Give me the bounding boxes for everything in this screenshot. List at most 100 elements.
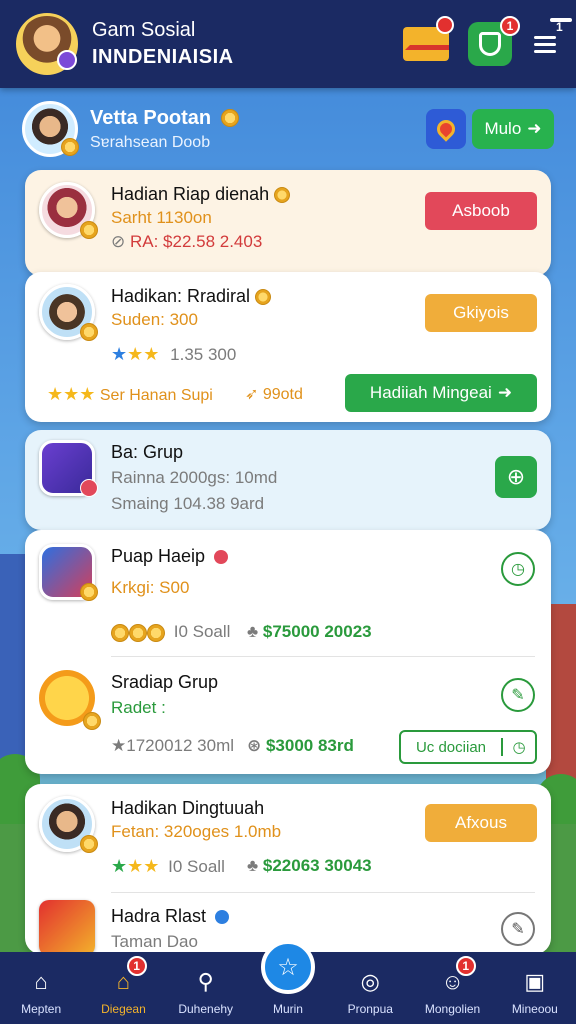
card-title: Ba: Grup [111, 442, 184, 462]
coins-icon: ♣ [247, 622, 263, 641]
nav-search[interactable]: ⚲ Duhenehy [165, 952, 247, 1024]
app-header: Gam Sosial INNDENIAISIA 1 1 [0, 0, 576, 88]
card1-action-button[interactable]: Asboob [425, 192, 537, 230]
coin-icon [80, 479, 98, 497]
nav-home[interactable]: ⌂ Mepten [0, 952, 82, 1024]
hamburger-icon [534, 32, 556, 57]
location-button[interactable] [426, 109, 466, 149]
verified-icon [215, 910, 230, 925]
dollar-icon: ⊛ [247, 736, 266, 755]
card2-green-button[interactable]: Hadiiah Mingeai ➜ [345, 374, 537, 412]
star-icon: ★ [111, 856, 128, 876]
pencil-icon: ✎ [511, 921, 525, 938]
star-icon: ★ [111, 344, 128, 364]
start-button-label: Mulo [484, 119, 522, 138]
check-clock-icon: ◷ [501, 738, 535, 756]
star-icon: ★ [127, 344, 144, 364]
nav-location[interactable]: ◎ Pronpua [329, 952, 411, 1024]
coin-icon [147, 623, 165, 642]
coins-row: I0 Soall [111, 622, 230, 642]
timer-button[interactable]: ◷ [501, 552, 535, 586]
edit-button[interactable]: ✎ [501, 678, 535, 712]
card-title: Hadian Riap dienah [111, 184, 291, 205]
coin-icon [83, 712, 101, 730]
price: ⊛ $3000 83rd [247, 736, 354, 755]
card2-action-button[interactable]: Gkiyois [425, 294, 537, 332]
group-icon [39, 440, 98, 497]
coin-icon [255, 289, 272, 306]
card-line1: Rainna 2000gs: 10md [111, 468, 278, 487]
coin-icon [129, 623, 147, 642]
coin-icon [61, 138, 79, 156]
coin-icon [220, 109, 239, 128]
app-avatar[interactable] [16, 13, 78, 75]
rocket-icon: ➶ [245, 386, 263, 403]
nav-profile[interactable]: ☺ Mongolien 1 [411, 952, 493, 1024]
nav-bag[interactable]: ▣ Mineoou [494, 952, 576, 1024]
edit-button[interactable]: ✎ [501, 912, 535, 946]
profile-row: Vetta Pootan Sɐrahsean Doob Mulo ➜ [22, 96, 554, 162]
tag-icon: ⊘ [111, 232, 130, 251]
nav-label: Mongolien [424, 1002, 481, 1016]
avatar [39, 182, 98, 239]
group-card: Ba: Grup Rainna 2000gs: 10md Smaing 104.… [25, 430, 551, 530]
divider [111, 656, 535, 657]
outline-button[interactable]: Uc dociian ◷ [399, 730, 537, 764]
coin-icon [80, 583, 98, 601]
coin-icon [80, 323, 98, 341]
card-line2: Smaing 104.38 9ard [111, 494, 265, 513]
search-icon: ⚲ [197, 969, 214, 994]
mail-button[interactable] [402, 16, 454, 68]
reward-card-2: Hadikan: Rradiral Suden: 300 ★★★ 1.35 30… [25, 272, 551, 422]
profile-name: Vetta Pootan [90, 106, 212, 129]
start-button[interactable]: Mulo ➜ [472, 109, 554, 149]
gift-icon [39, 900, 95, 954]
card-title: Hadikan: Rradiral [111, 286, 272, 307]
add-group-button[interactable]: ⊕ [495, 456, 537, 498]
star-icon: ★ [143, 344, 160, 364]
sun-icon [39, 670, 101, 730]
coin-icon [274, 187, 291, 204]
stats-row: ★1720012 30ml [111, 736, 235, 755]
star-shield-icon: ☆ [260, 940, 315, 994]
location-icon: ◎ [360, 969, 380, 994]
app-title-line2: INNDENIAISIA [92, 46, 234, 68]
reward-card-1: Hadian Riap dienah Sarht 1130on ⊘ RA: $2… [25, 170, 551, 276]
rating-row: ★★★ 1.35 300 [111, 344, 237, 364]
card-title: Sradiap Grup [111, 672, 219, 692]
app-title-line1: Gam Sosial [92, 19, 196, 41]
bag-icon: ▣ [524, 969, 546, 994]
menu-badge: 1 [550, 18, 572, 34]
location-pin-icon [433, 116, 459, 142]
red-badge-icon [214, 550, 229, 565]
menu-button[interactable]: 1 [530, 18, 572, 68]
avatar [39, 284, 98, 341]
card5-action-button[interactable]: Afxous [425, 804, 537, 842]
app-title: Gam Sosial INNDENIAISIA [92, 19, 384, 69]
card-subtitle: Krkgi: S00 [111, 578, 190, 597]
card-subtitle: Taman Dao [111, 932, 198, 951]
arrow-right-icon: ➜ [497, 383, 513, 402]
card-footer-mid: ➶ 99otd [245, 386, 303, 403]
nav-house[interactable]: ⌂ Diegean 1 [82, 952, 164, 1024]
card-title: Hadra Rlast [111, 906, 230, 927]
task-card-group: Puap Haeip Krkgi: S00 I0 Soall ♣ $75000 … [25, 530, 551, 774]
nav-label: Mineoou [511, 1002, 558, 1016]
coin-icon [80, 221, 98, 239]
card-subtitle: Radet : [111, 698, 166, 717]
coins-icon: ♣ [247, 856, 263, 875]
profile-subtitle: Sɐrahsean Doob [90, 133, 211, 151]
profile-avatar[interactable] [22, 101, 79, 157]
card-title: Puap Haeip [111, 546, 229, 567]
nav-center[interactable]: ☆ Murin [247, 940, 329, 1024]
shield-button[interactable]: 1 [468, 16, 520, 66]
nav-label: Pronpua [347, 1002, 393, 1016]
task-icon [39, 544, 98, 601]
arrow-right-icon: ➜ [527, 119, 542, 138]
avatar-badge-icon [57, 50, 77, 70]
card-footer-left: ★★★ Ser Hanan Supi [47, 384, 213, 404]
price: ♣ $22063 30043 [247, 856, 372, 875]
card-price: ⊘ RA: $22.58 2.403 [111, 232, 263, 251]
avatar [39, 796, 98, 853]
star-icon: ★★ [127, 856, 160, 876]
